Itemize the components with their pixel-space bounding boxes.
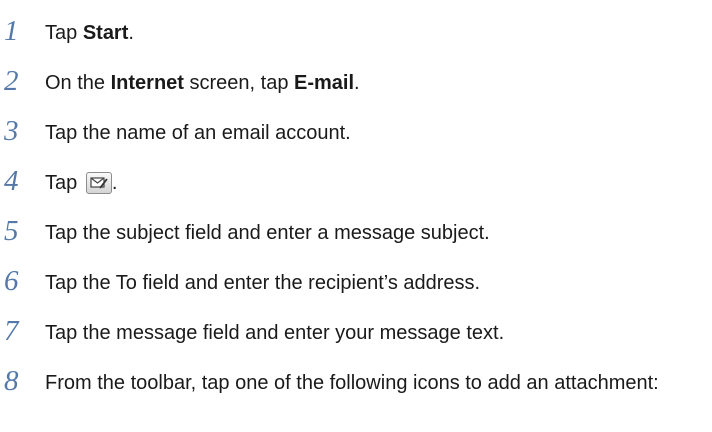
step-number: 6: [4, 265, 19, 297]
start-label: Start: [82, 22, 129, 44]
step-number: 5: [4, 215, 19, 247]
step-text: Tap Start.: [45, 22, 134, 44]
step-text: From the toolbar, tap one of the followi…: [45, 372, 659, 394]
step-number: 3: [4, 115, 19, 147]
step-text: On the Internet screen, tap E-mail.: [45, 72, 360, 94]
step-number: 4: [4, 165, 19, 197]
step-number: 7: [4, 315, 19, 347]
step-number: 8: [4, 365, 19, 397]
step-text: Tap the name of an email account.: [45, 122, 351, 144]
step-text: Tap the subject field and enter a messag…: [45, 222, 490, 244]
instruction-steps: 1 Tap Start. 2 On the Internet screen, t…: [0, 0, 712, 432]
step-number: 2: [4, 65, 19, 97]
compose-email-icon: [85, 172, 112, 194]
step-text: Tap the To field and enter the recipient…: [45, 272, 481, 294]
step-text: Tap .: [45, 172, 118, 194]
email-label: E-mail: [294, 72, 355, 94]
internet-label: Internet: [110, 72, 184, 94]
step-number: 1: [4, 15, 19, 47]
step-text: Tap the message field and enter your mes…: [45, 322, 505, 344]
